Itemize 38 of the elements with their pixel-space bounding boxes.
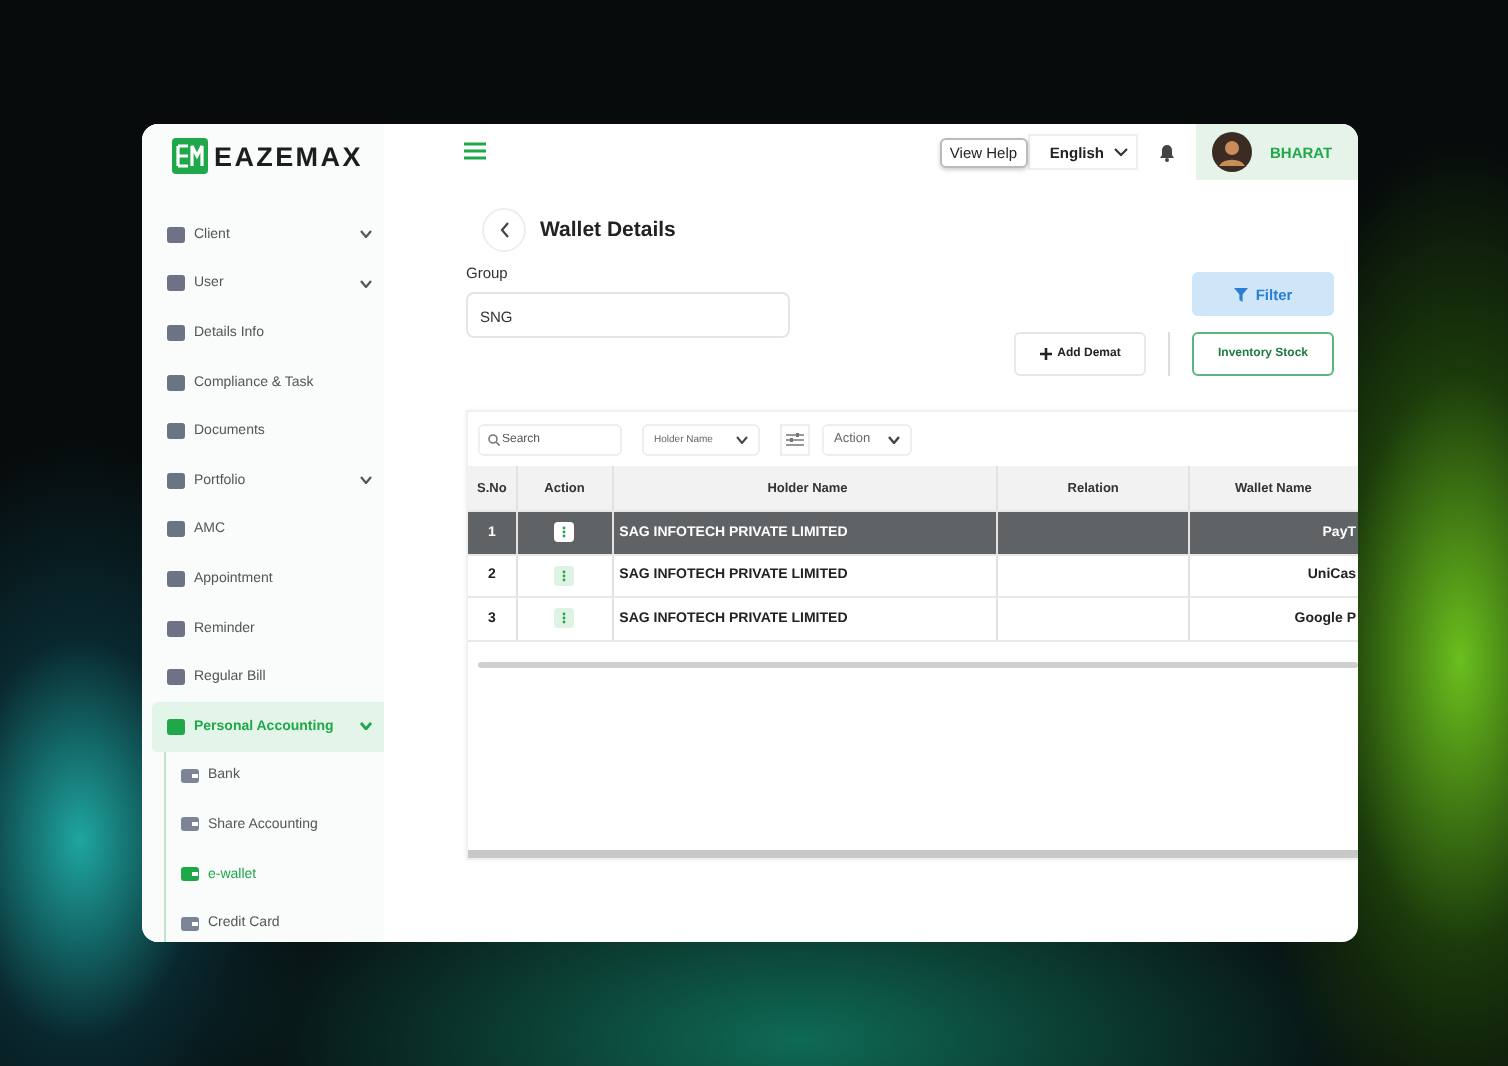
square-icon [166, 520, 186, 539]
menu-icon[interactable] [464, 141, 486, 159]
row-menu-button[interactable] [554, 522, 575, 543]
square-icon [166, 323, 186, 342]
back-button[interactable] [482, 208, 526, 252]
square-icon [166, 225, 186, 244]
wallet-icon [180, 866, 200, 883]
columns-button[interactable] [780, 423, 810, 455]
logo-icon [172, 138, 208, 174]
chevron-icon [736, 435, 748, 443]
square-icon [166, 619, 186, 638]
square-icon [166, 471, 186, 490]
square-icon [166, 373, 186, 392]
plus-icon [1039, 348, 1052, 360]
scrollbar[interactable] [478, 661, 1358, 667]
chevron-left-icon [499, 222, 509, 238]
row-menu-button[interactable] [554, 608, 575, 629]
chevron-icon [888, 435, 900, 443]
page-title: Wallet Details [540, 218, 676, 242]
scrollbar[interactable] [468, 849, 1358, 857]
square-icon [166, 569, 186, 588]
wallet-icon [180, 915, 200, 932]
filter-icon [1233, 287, 1248, 301]
square-icon [166, 422, 186, 441]
avatar-icon [1212, 132, 1252, 172]
more-icon [562, 526, 567, 539]
more-icon [562, 612, 567, 625]
square-icon [166, 668, 186, 687]
chevron-icon [1114, 147, 1128, 157]
more-icon [562, 569, 567, 582]
sliders-icon [786, 431, 804, 447]
wallet-icon [180, 767, 200, 784]
wallet-icon [180, 816, 200, 833]
brand-name: EAZEMAX [214, 141, 363, 171]
square-icon [166, 717, 186, 736]
bell-icon[interactable] [1158, 142, 1176, 162]
row-menu-button[interactable] [554, 565, 575, 586]
square-icon [166, 274, 186, 293]
